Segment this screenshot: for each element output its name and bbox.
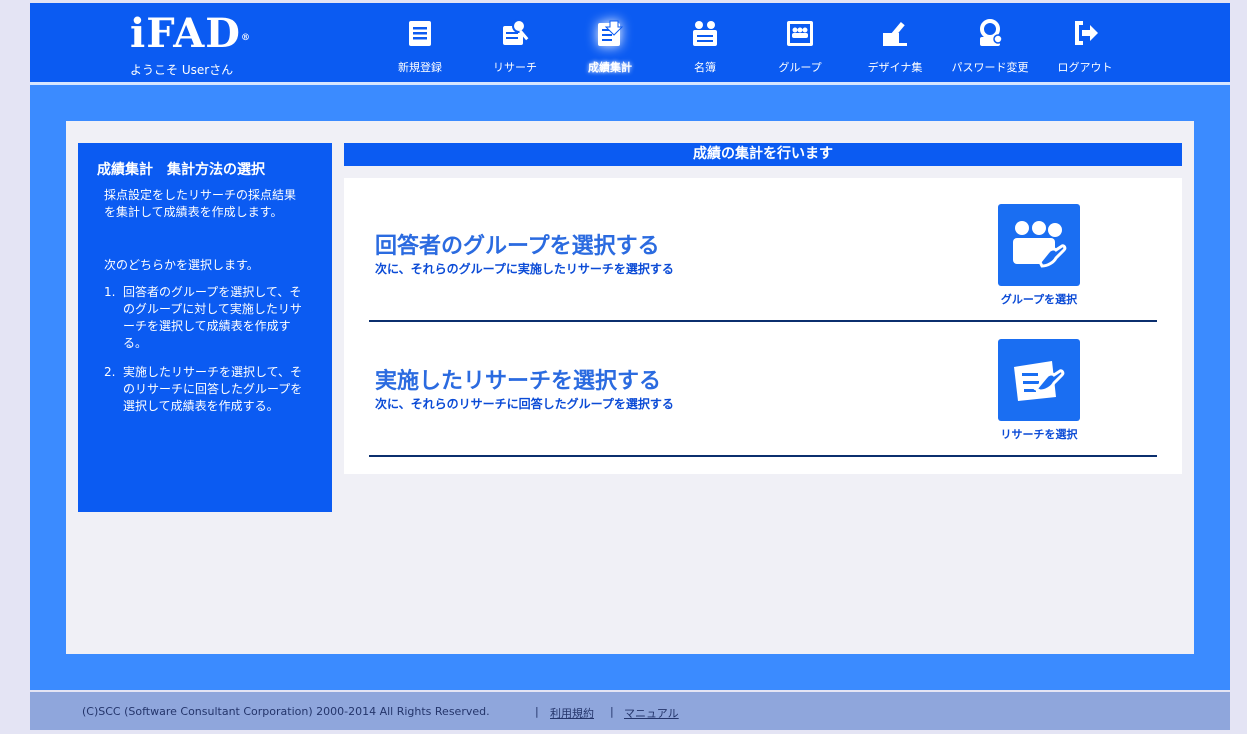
nav-research[interactable]: リサーチ	[470, 3, 560, 82]
new-registration-icon	[404, 17, 436, 49]
content-panel: 成績集計 集計方法の選択 採点設定をしたリサーチの採点結果を集計して成績表を作成…	[66, 121, 1194, 654]
option-title[interactable]: 実施したリサーチを選択する	[375, 363, 661, 395]
option-select-research[interactable]: 実施したリサーチを選択する 次に、それらのリサーチに回答したグループを選択する …	[369, 323, 1157, 457]
grade-summary-icon	[594, 17, 626, 49]
content-heading: 成績の集計を行います	[344, 143, 1182, 166]
nav-label: グループ	[778, 61, 822, 74]
section-divider	[369, 455, 1157, 457]
top-header: iFAD® ようこそ Userさん 新規登録 リサーチ 成績集計 名簿 グループ…	[30, 3, 1230, 82]
research-select-icon[interactable]	[998, 339, 1080, 421]
option-subtitle: 次に、それらのリサーチに回答したグループを選択する	[375, 397, 674, 411]
group-icon	[784, 17, 816, 49]
terms-link[interactable]: 利用規約	[550, 705, 594, 721]
sidebar-steps: 1. 回答者のグループを選択して、そのグループに対して実施したリサーチを選択して成…	[104, 284, 309, 427]
main-area: 成績集計 集計方法の選択 採点設定をしたリサーチの採点結果を集計して成績表を作成…	[30, 85, 1230, 690]
nav-designer[interactable]: デザイナ集	[850, 3, 940, 82]
sidebar-subheading: 次のどちらかを選択します。	[104, 258, 259, 272]
list-item: 2. 実施したリサーチを選択して、そのリサーチに回答したグループを選択して成績表を…	[104, 365, 303, 413]
logout-icon	[1069, 17, 1101, 49]
footer-separator: |	[610, 705, 614, 718]
section-divider	[369, 320, 1157, 322]
button-label[interactable]: グループを選択	[975, 291, 1103, 307]
options-box: 回答者のグループを選択する 次に、それらのグループに実施したリサーチを選択する …	[344, 178, 1182, 474]
nav-label: リサーチ	[493, 61, 537, 74]
sidebar-title: 成績集計 集計方法の選択	[97, 162, 265, 178]
nav-label: 名簿	[694, 61, 716, 74]
footer-separator: |	[535, 705, 539, 718]
nav-label: ログアウト	[1057, 61, 1113, 74]
manual-link[interactable]: マニュアル	[624, 705, 679, 721]
option-subtitle: 次に、それらのグループに実施したリサーチを選択する	[375, 262, 674, 276]
welcome-message: ようこそ Userさん	[130, 63, 234, 77]
ifad-logo[interactable]: iFAD®	[130, 11, 250, 57]
group-select-icon[interactable]	[998, 204, 1080, 286]
nav-logout[interactable]: ログアウト	[1040, 3, 1130, 82]
nav-roster[interactable]: 名簿	[660, 3, 750, 82]
nav-grade-summary[interactable]: 成績集計	[565, 3, 655, 82]
option-select-group[interactable]: 回答者のグループを選択する 次に、それらのグループに実施したリサーチを選択する …	[369, 188, 1157, 322]
research-icon	[499, 17, 531, 49]
designer-icon	[879, 17, 911, 49]
select-group-button[interactable]: グループを選択	[975, 204, 1095, 308]
footer: (C)SCC (Software Consultant Corporation)…	[30, 692, 1230, 730]
logo-area: iFAD® ようこそ Userさん	[130, 11, 250, 78]
nav-label: 新規登録	[398, 61, 442, 74]
button-label[interactable]: リサーチを選択	[975, 426, 1103, 442]
option-title[interactable]: 回答者のグループを選択する	[375, 228, 660, 260]
nav-label: デザイナ集	[867, 61, 923, 74]
nav-password-change[interactable]: パスワード変更	[945, 3, 1035, 82]
nav-label: パスワード変更	[951, 61, 1029, 74]
copyright-text: (C)SCC (Software Consultant Corporation)…	[82, 705, 490, 718]
roster-icon	[689, 17, 721, 49]
nav-new-registration[interactable]: 新規登録	[375, 3, 465, 82]
sidebar-description: 採点設定をしたリサーチの採点結果を集計して成績表を作成します。	[104, 188, 297, 219]
nav-label: 成績集計	[588, 61, 632, 74]
nav-group[interactable]: グループ	[755, 3, 845, 82]
list-item: 1. 回答者のグループを選択して、そのグループに対して実施したリサーチを選択して成…	[104, 285, 302, 350]
password-change-icon	[974, 17, 1006, 49]
instruction-sidebar: 成績集計 集計方法の選択 採点設定をしたリサーチの採点結果を集計して成績表を作成…	[78, 143, 332, 512]
select-research-button[interactable]: リサーチを選択	[975, 339, 1095, 443]
